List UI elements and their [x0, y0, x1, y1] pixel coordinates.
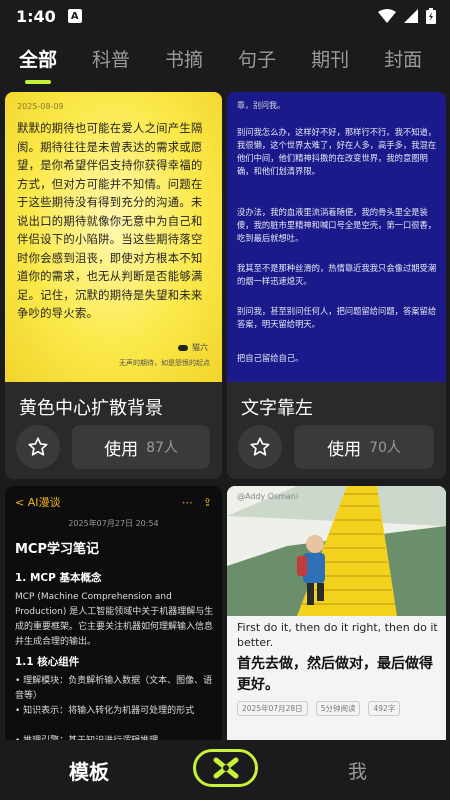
template-card-quote[interactable]: @Addy Osmani First do it, then do it rig… [227, 486, 446, 746]
template-preview[interactable]: @Addy Osmani First do it, then do it rig… [227, 486, 446, 746]
signal-icon [404, 9, 418, 23]
preview-date: 2025-08-09 [17, 102, 64, 111]
more-icon: ⋯ [181, 495, 193, 509]
preview-body: 默默的期待也可能在爱人之间产生隔阂。期待往往是未曾表达的需求或愿望，是你希望伴侣… [17, 122, 203, 320]
preview-meta: 2025年07月28日 5分钟阅读 492字 [237, 701, 401, 716]
wifi-icon [378, 9, 396, 23]
preview-list-item: • 知识表示：将输入转化为机器可处理的形式 [15, 706, 195, 716]
preview-back-label: AI漫谈 [27, 496, 61, 509]
tab-science[interactable]: 科普 [92, 36, 130, 72]
use-label: 使用 [327, 439, 362, 460]
author-name: 猫六 [192, 343, 208, 352]
preview-paragraph: 别问我，甚至别问任何人，把问题留给问题，答案留给答案，明天留给明天。 [237, 306, 437, 329]
preview-header: 靠，别问我。 [237, 101, 285, 110]
preview-quote-zh: 首先去做，然后做对，最后做得更好。 [237, 656, 433, 693]
tab-journal[interactable]: 期刊 [311, 36, 349, 72]
preview-paragraph: 我其至不是那种丝滑的，热情靠近我我只会像过期受潮的烟一样迅速熄灭。 [237, 263, 437, 286]
meta-char-count: 492字 [368, 701, 401, 716]
use-count: 87人 [146, 440, 178, 456]
category-tabs: 全部 科普 书摘 句子 期刊 封面 [0, 36, 450, 86]
template-preview[interactable]: 2025-08-09 默默的期待也可能在爱人之间产生隔阂。期待往往是未曾表达的需… [5, 92, 222, 382]
create-button[interactable] [193, 749, 258, 787]
preview-quote-en: First do it, then do it right, then do i… [237, 621, 438, 649]
share-icon: ⇪ [202, 495, 212, 509]
preview-list-item: • 理解模块：负责解析输入数据（文本、图像、语音等） [15, 676, 213, 701]
preview-paragraph: MCP (Machine Comprehension and Productio… [15, 592, 214, 647]
preview-paragraph: 把自己留给自己。 [237, 353, 304, 363]
use-button[interactable]: 使用 87人 [72, 425, 210, 469]
staircase-illustration [227, 486, 446, 616]
preview-author: 猫六 [178, 342, 208, 353]
card-title: 文字靠左 [241, 398, 313, 419]
template-preview[interactable]: < AI漫谈 ⋯ ⇪ 2025年07月27日 20:54 MCP学习笔记 1. M… [5, 486, 222, 746]
preview-subheading: 1. MCP 基本概念 [15, 572, 102, 584]
meta-date: 2025年07月28日 [237, 701, 308, 716]
battery-icon [426, 8, 436, 24]
use-count: 70人 [369, 440, 401, 456]
tab-sentence[interactable]: 句子 [238, 36, 276, 72]
meta-read-time: 5分钟阅读 [315, 701, 361, 716]
favorite-button[interactable] [238, 425, 282, 469]
template-card-yellow[interactable]: 2025-08-09 默默的期待也可能在爱人之间产生隔阂。期待往往是未曾表达的需… [5, 92, 222, 479]
preview-footer: 无声的期待，如是怨恨的起点 [119, 359, 210, 367]
nav-me[interactable]: 我 [348, 757, 367, 784]
template-preview[interactable]: 靠，别问我。 别问我怎么办，这样好不好，那样行不行。我不知道，我很懒，这个世界太… [227, 92, 446, 382]
star-icon [250, 437, 270, 456]
star-icon [28, 437, 48, 456]
a-notification-icon: A [67, 9, 82, 23]
preview-paragraph: 没办法，我的血液里流淌着随便，我的骨头里全是装傻，我的脏市里精神和喊口号全是空壳… [237, 207, 437, 243]
tab-all[interactable]: 全部 [19, 36, 57, 84]
tab-excerpt[interactable]: 书摘 [165, 36, 203, 72]
preview-date: 2025年07月27日 20:54 [68, 519, 159, 528]
preview-heading: MCP学习笔记 [15, 542, 100, 557]
template-card-notes[interactable]: < AI漫谈 ⋯ ⇪ 2025年07月27日 20:54 MCP学习笔记 1. M… [5, 486, 222, 746]
card-title: 黄色中心扩散背景 [19, 398, 163, 419]
favorite-button[interactable] [16, 425, 60, 469]
tab-cover[interactable]: 封面 [384, 36, 422, 72]
author-icon [178, 344, 188, 351]
bottom-nav: 模板 我 [0, 740, 450, 800]
status-bar: 1:40 A [0, 0, 450, 32]
back-chevron-icon: < [15, 495, 28, 509]
preview-subheading: 1.1 核心组件 [15, 656, 80, 668]
status-time: 1:40 [16, 6, 56, 26]
preview-handle: @Addy Osmani [237, 492, 299, 501]
preview-topbar: < AI漫谈 ⋯ ⇪ [15, 494, 212, 510]
nav-templates[interactable]: 模板 [69, 756, 109, 785]
preview-paragraph: 别问我怎么办，这样好不好，那样行不行。我不知道，我很懒，这个世界太难了，好在人多… [237, 127, 437, 176]
x-logo-icon [213, 757, 238, 779]
use-button[interactable]: 使用 70人 [294, 425, 434, 469]
use-label: 使用 [104, 439, 139, 460]
template-card-left-aligned[interactable]: 靠，别问我。 别问我怎么办，这样好不好，那样行不行。我不知道，我很懒，这个世界太… [227, 92, 446, 479]
